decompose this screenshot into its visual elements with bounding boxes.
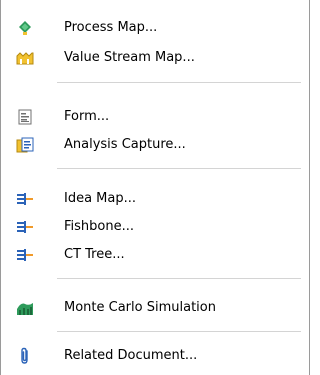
menu-item-fishbone[interactable]: Fishbone... [1,213,309,240]
menu-item-label: Value Stream Map... [64,50,195,65]
analysis-capture-icon [1,131,49,158]
form-icon [1,103,49,130]
menu-item-value-stream-map[interactable]: Value Stream Map... [1,44,309,71]
menu-item-label: Analysis Capture... [64,137,186,152]
context-menu: Process Map... Value Stream Map... Form.… [0,0,310,375]
menu-item-label: Monte Carlo Simulation [64,300,216,315]
menu-item-idea-map[interactable]: Idea Map... [1,185,309,212]
menu-item-ct-tree[interactable]: CT Tree... [1,241,309,268]
process-map-icon [1,14,49,41]
menu-separator [57,82,301,83]
menu-item-related-document[interactable]: Related Document... [1,342,309,369]
menu-item-label: CT Tree... [64,247,125,262]
menu-item-monte-carlo-simulation[interactable]: Monte Carlo Simulation [1,294,309,321]
menu-item-form[interactable]: Form... [1,103,309,130]
value-stream-map-icon [1,44,49,71]
menu-separator [57,168,301,169]
menu-item-label: Fishbone... [64,219,134,234]
menu-item-label: Related Document... [64,348,198,363]
menu-item-label: Idea Map... [64,191,137,206]
monte-carlo-icon [1,294,49,321]
menu-separator [57,331,301,332]
idea-map-icon [1,185,49,212]
menu-separator [57,278,301,279]
menu-item-label: Process Map... [64,20,158,35]
menu-item-process-map[interactable]: Process Map... [1,14,309,41]
menu-item-label: Form... [64,109,110,124]
paperclip-icon [1,342,49,369]
menu-item-analysis-capture[interactable]: Analysis Capture... [1,131,309,158]
ct-tree-icon [1,241,49,268]
fishbone-icon [1,213,49,240]
